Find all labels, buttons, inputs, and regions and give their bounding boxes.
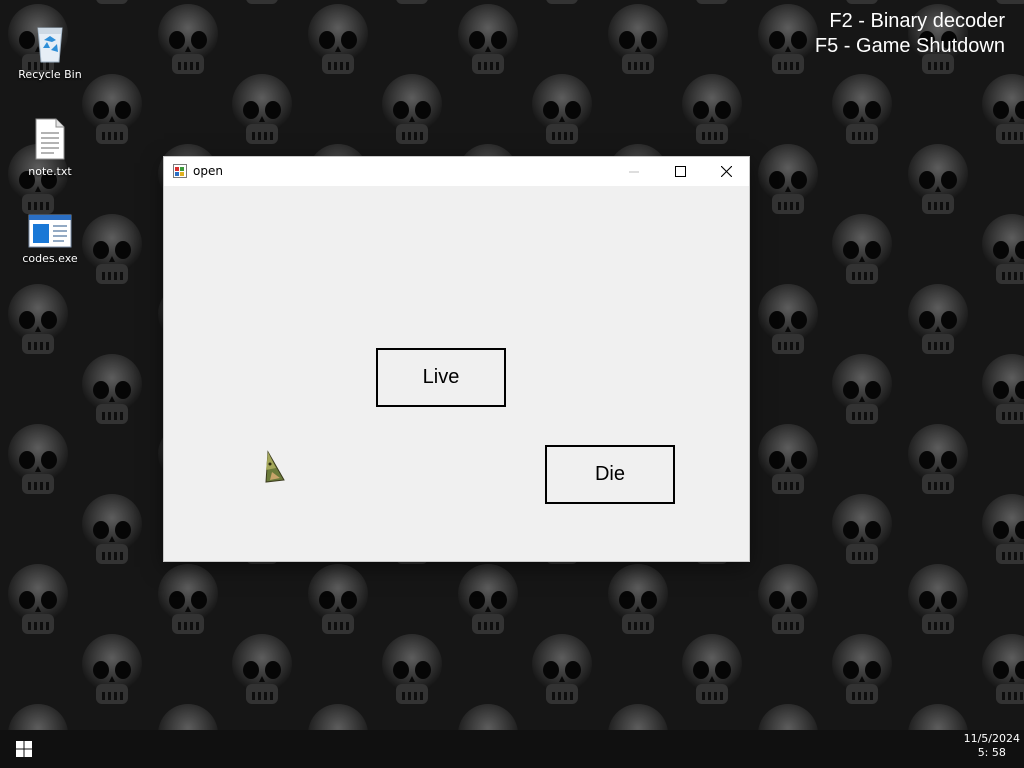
taskbar-clock[interactable]: 11/5/2024 5: 58 bbox=[964, 732, 1020, 760]
window-titlebar[interactable]: open bbox=[164, 157, 749, 186]
hotkey-hints: F2 - Binary decoder F5 - Game Shutdown bbox=[815, 9, 1005, 59]
clock-time: 5: 58 bbox=[977, 746, 1006, 759]
close-icon bbox=[720, 166, 732, 177]
live-button[interactable]: Live bbox=[376, 348, 506, 407]
windows-logo-icon bbox=[16, 741, 32, 757]
recycle-bin-icon bbox=[37, 27, 63, 63]
text-file-icon bbox=[35, 118, 65, 160]
start-button[interactable] bbox=[0, 730, 48, 768]
desktop-icon-note-txt[interactable]: note.txt bbox=[12, 117, 88, 178]
window-title: open bbox=[193, 164, 223, 178]
desktop-icon-recycle-bin[interactable]: Recycle Bin bbox=[12, 20, 88, 81]
animated-cursor-icon bbox=[265, 450, 285, 483]
desktop: F2 - Binary decoder F5 - Game Shutdown R… bbox=[0, 0, 1024, 768]
desktop-icon-label: codes.exe bbox=[22, 252, 78, 265]
desktop-icon-codes-exe[interactable]: codes.exe bbox=[12, 214, 88, 265]
maximize-icon bbox=[674, 166, 686, 177]
clock-date: 11/5/2024 bbox=[963, 732, 1020, 745]
minimize-icon bbox=[629, 171, 639, 172]
taskbar: 11/5/2024 5: 58 bbox=[0, 730, 1024, 768]
close-button[interactable] bbox=[703, 157, 749, 186]
desktop-icon-label: Recycle Bin bbox=[18, 68, 82, 81]
app-window-icon bbox=[28, 214, 72, 248]
hint-game-shutdown: F5 - Game Shutdown bbox=[814, 35, 1005, 57]
hint-binary-decoder: F2 - Binary decoder bbox=[829, 10, 1005, 32]
minimize-button[interactable] bbox=[611, 157, 657, 186]
window-app-icon bbox=[173, 164, 187, 178]
die-button[interactable]: Die bbox=[545, 445, 675, 504]
maximize-button[interactable] bbox=[657, 157, 703, 186]
open-window: open Live Die bbox=[164, 157, 749, 561]
desktop-icon-label: note.txt bbox=[28, 165, 72, 178]
